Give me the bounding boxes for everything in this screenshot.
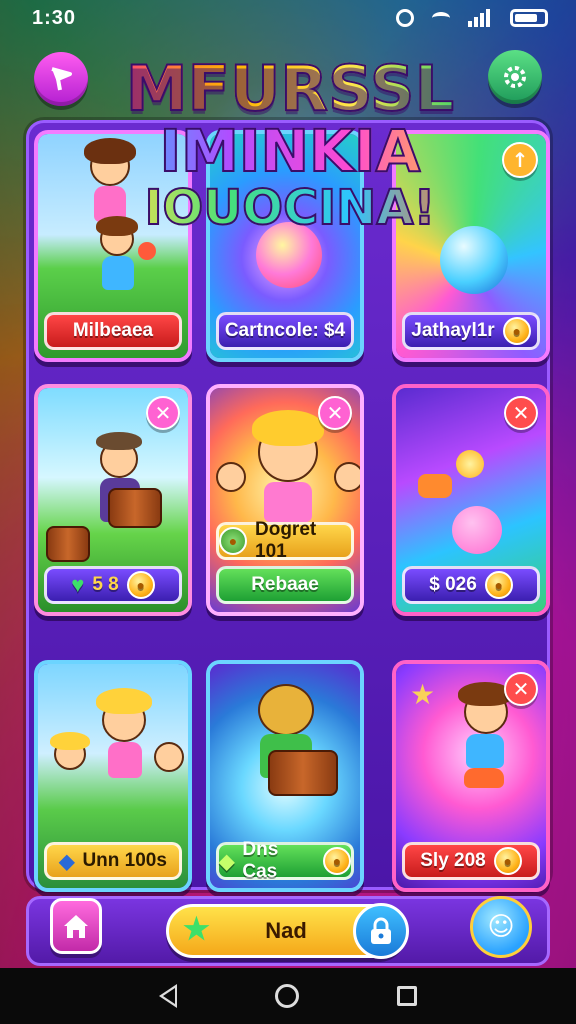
status-time: 1:30	[32, 6, 77, 29]
card-label-9: Sly 208 ●	[402, 842, 540, 880]
card-label-text: Dogret 101	[255, 519, 317, 562]
game-card-9[interactable]: ★ ✕ Sly 208 ●	[392, 660, 550, 892]
rebaae-button[interactable]: Rebaae	[216, 566, 354, 604]
title-line-1: MFURSSL	[110, 57, 470, 121]
close-icon: ✕	[512, 677, 530, 701]
card-label-text: Dns Cas	[242, 839, 279, 882]
rebaae-button-label: Rebaae	[251, 574, 319, 595]
home-icon	[64, 915, 88, 938]
game-card-8[interactable]: ◆ Dns Cas ●	[206, 660, 364, 892]
card-label-3: Jathayl1r ●	[402, 312, 540, 350]
play-button[interactable]: ★ Nad	[166, 903, 409, 959]
back-icon[interactable]	[159, 984, 177, 1008]
coin-icon: ●	[219, 527, 247, 555]
card-label-2: Cartncole: $4	[216, 312, 354, 350]
game-card-4[interactable]: ✕ ♥ 5 8 ●	[34, 384, 192, 616]
close-button[interactable]: ✕	[504, 672, 538, 706]
star-icon: ★	[183, 913, 210, 946]
settings-button[interactable]	[488, 50, 542, 104]
coin-icon: ●	[484, 571, 513, 599]
wifi-icon	[432, 12, 450, 24]
up-arrow-icon: ↑	[511, 148, 529, 172]
gem-icon: ◆	[219, 850, 235, 873]
close-button[interactable]: ✕	[146, 396, 180, 430]
close-icon: ✕	[326, 401, 344, 425]
coin-icon: ●	[126, 571, 155, 599]
coin-icon: ●	[493, 847, 522, 875]
lock-icon	[371, 917, 391, 944]
battery-icon	[510, 9, 548, 27]
card-label-text: Cartncole: $4	[224, 320, 346, 341]
lock-button[interactable]	[353, 903, 409, 959]
game-title: MFURSSL IMINKIA IOUOCINA!	[110, 57, 470, 234]
play-button-label: Nad	[265, 918, 307, 943]
menu-button[interactable]	[34, 52, 88, 106]
card-label-text: $ 026	[429, 574, 477, 595]
coin-icon: ●	[323, 847, 351, 875]
card-label-text: Sly 208	[420, 850, 486, 871]
card-label-6: $ 026 ●	[402, 566, 540, 604]
card-label-1: Milbeaea	[44, 312, 182, 350]
close-button[interactable]: ✕	[504, 396, 538, 430]
card-label-4: ♥ 5 8 ●	[44, 566, 182, 604]
signal-icon	[468, 9, 492, 27]
card-label-text: Unn 100s	[82, 850, 167, 871]
card-label-5: ● Dogret 101	[216, 519, 354, 562]
heart-icon: ♥	[71, 572, 85, 597]
upgrade-button[interactable]: ↑	[502, 142, 538, 178]
card-label-8: ◆ Dns Cas ●	[216, 839, 354, 882]
game-card-7[interactable]: ◆ Unn 100s	[34, 660, 192, 892]
card-label-7: ◆ Unn 100s	[44, 842, 182, 880]
card-label-text: 5 8	[92, 574, 119, 595]
card-label-text: Jathayl1r	[411, 320, 495, 341]
mascot-icon: ☺	[487, 912, 515, 942]
status-bar: 1:30	[0, 0, 576, 36]
recent-apps-icon[interactable]	[397, 986, 417, 1006]
close-icon: ✕	[154, 401, 172, 425]
coin-icon: ●	[502, 317, 531, 345]
flag-icon	[51, 67, 72, 91]
mascot-button[interactable]: ☺	[470, 896, 532, 958]
title-line-2: IMINKIA	[110, 121, 470, 181]
card-label-text: Milbeaea	[72, 320, 154, 341]
alarm-icon	[396, 9, 414, 27]
close-button[interactable]: ✕	[318, 396, 352, 430]
status-icons	[396, 9, 548, 27]
close-icon: ✕	[512, 401, 530, 425]
gear-icon	[504, 66, 526, 88]
system-nav-bar	[0, 968, 576, 1024]
game-card-5[interactable]: ✕ ● Dogret 101 Rebaae	[206, 384, 364, 616]
title-line-3: IOUOCINA!	[110, 183, 470, 233]
game-card-6[interactable]: ✕ $ 026 ●	[392, 384, 550, 616]
home-button[interactable]	[50, 898, 102, 954]
home-circle-icon[interactable]	[275, 984, 299, 1008]
gem-icon: ◆	[59, 850, 75, 873]
